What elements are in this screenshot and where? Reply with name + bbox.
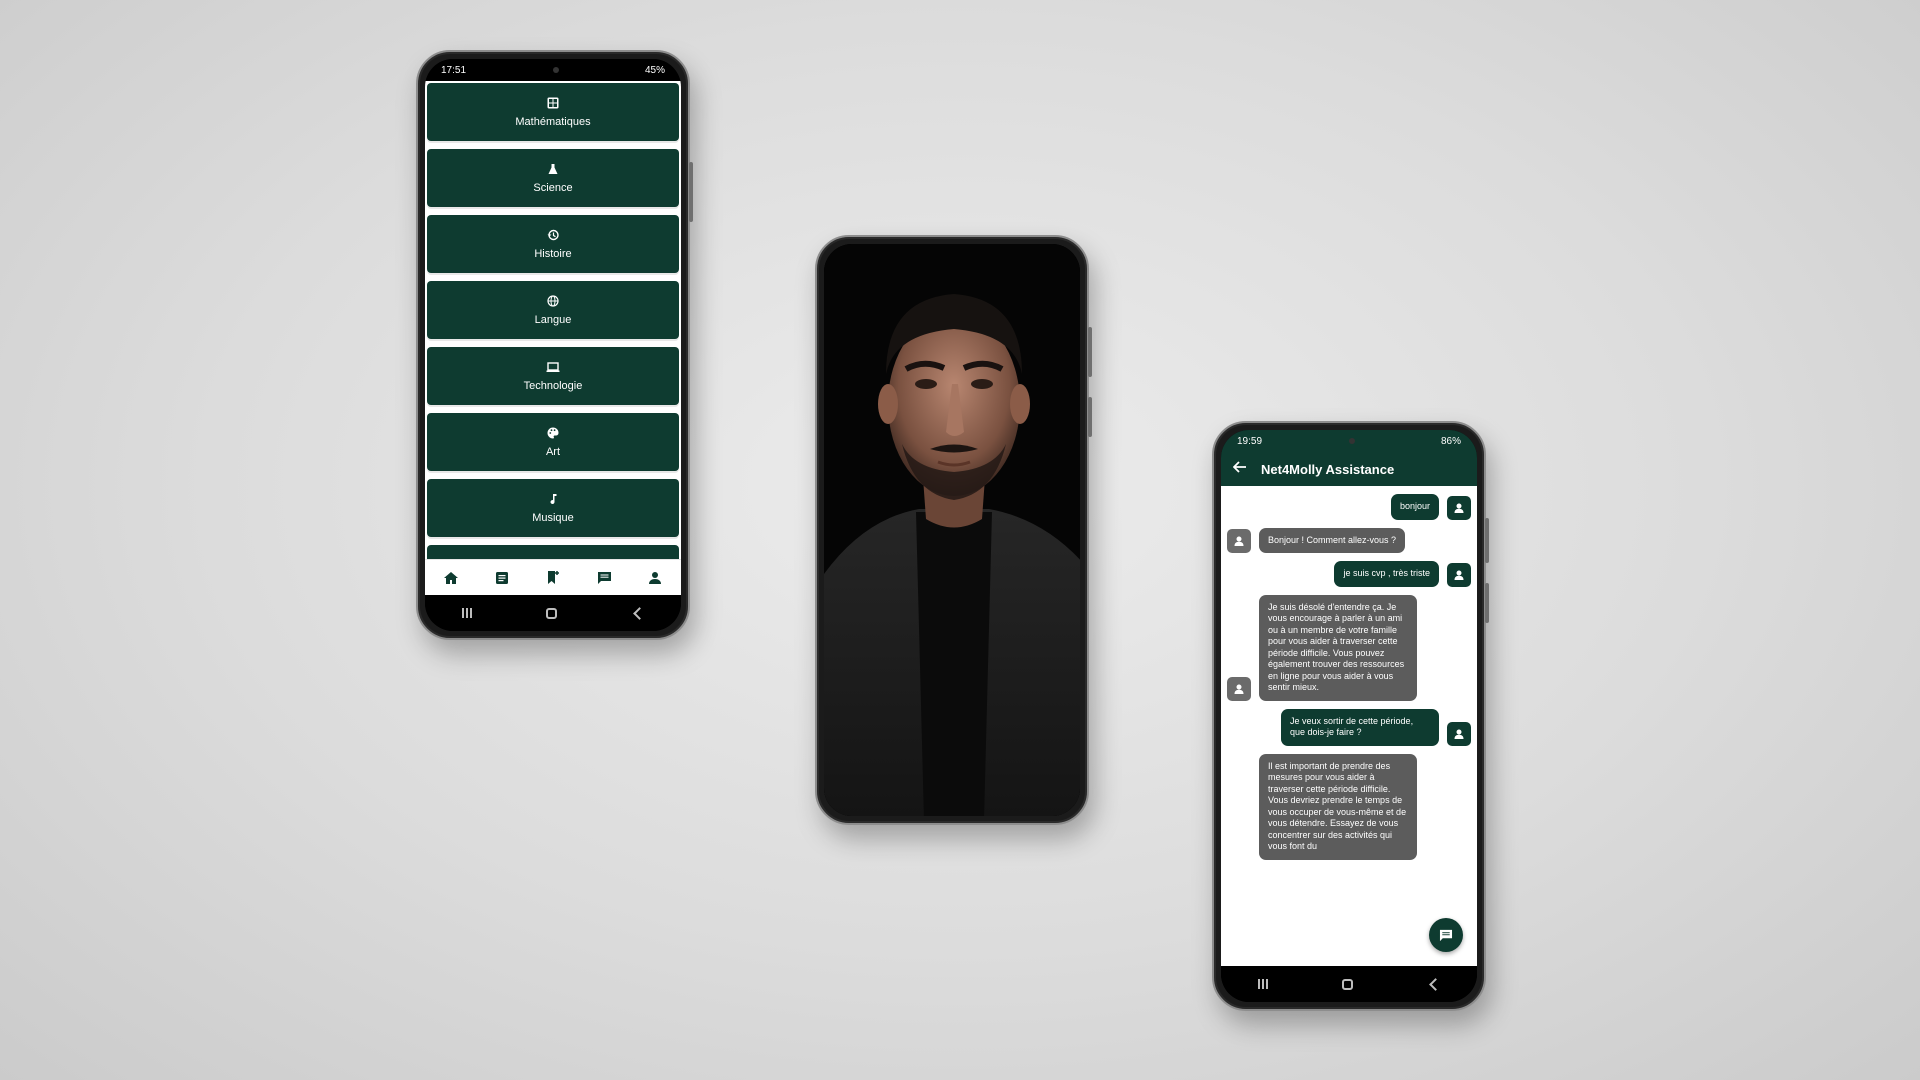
chat-messages: bonjour Bonjour ! Comment allez-vous ? j… [1221,486,1477,966]
phone-subjects: 17:51 45% Mathématiques Science Histoire… [416,50,693,640]
back-nav-icon[interactable] [1429,977,1442,991]
person-icon[interactable] [646,569,664,587]
power-button [1485,518,1489,563]
user-avatar-icon [1447,495,1471,520]
portrait-photo [824,244,1080,816]
user-avatar-icon [1447,562,1471,587]
chat-title: Net4Molly Assistance [1261,461,1395,477]
subject-label: Art [545,446,561,458]
back-nav-icon[interactable] [633,606,646,620]
message-row-bot: Il est important de prendre des mesures … [1221,753,1477,860]
power-button [1088,327,1092,377]
chat-app-bar: Net4Molly Assistance [1221,452,1477,486]
volume-button [1088,397,1092,437]
front-camera [552,67,559,73]
status-time: 19:59 [1237,435,1263,447]
home-icon[interactable] [442,569,460,587]
palette-icon [546,426,560,440]
user-message-bubble: je suis cvp , très triste [1334,561,1439,587]
globe-icon [546,294,560,308]
message-row-bot: Je suis désolé d'entendre ça. Je vous en… [1221,594,1477,701]
bottom-navigation [425,559,681,595]
subject-label: Science [533,182,573,194]
article-icon[interactable] [493,569,511,587]
message-row-user: Je veux sortir de cette période, que doi… [1221,708,1477,746]
phone-portrait [815,235,1092,825]
flask-icon [546,162,560,176]
system-nav-bar [1221,966,1477,1002]
calculator-icon [546,96,560,110]
bot-message-bubble: Il est important de prendre des mesures … [1259,753,1417,860]
subject-label: Langue [534,314,572,326]
status-bar: 19:59 86% [1221,430,1477,452]
chat-icon [1439,929,1453,941]
home-nav-icon[interactable] [1342,978,1353,990]
subject-label: Musique [532,512,574,524]
back-arrow-icon[interactable] [1232,460,1247,478]
user-message-bubble: Je veux sortir de cette période, que doi… [1281,708,1439,746]
bookmark-add-icon[interactable] [544,569,562,587]
portrait-screen [824,244,1080,816]
bot-avatar-icon [1227,676,1251,701]
bot-message-bubble: Bonjour ! Comment allez-vous ? [1259,527,1406,553]
system-nav-bar [425,595,681,631]
message-row-bot: Bonjour ! Comment allez-vous ? [1221,527,1477,553]
power-button [689,162,693,222]
subject-label: Mathématiques [515,116,591,128]
bot-message-bubble: Je suis désolé d'entendre ça. Je vous en… [1259,594,1417,701]
phone-chat: 19:59 86% Net4Molly Assistance bonjour B… [1212,421,1489,1011]
status-time: 17:51 [441,64,467,76]
message-row-user: bonjour [1221,494,1477,520]
laptop-icon [546,360,560,374]
subjects-screen: 17:51 45% Mathématiques Science Histoire… [425,59,681,631]
subject-tile-technologie[interactable]: Technologie [427,347,679,405]
recent-apps-icon[interactable] [462,608,472,618]
subject-tile-histoire[interactable]: Histoire [427,215,679,273]
subject-label: Technologie [523,380,583,392]
user-message-bubble: bonjour [1390,494,1439,520]
subject-tile-science[interactable]: Science [427,149,679,207]
user-avatar-icon [1447,721,1471,746]
history-icon [546,228,560,242]
subject-tile-musique[interactable]: Musique [427,479,679,537]
subject-tile-art[interactable]: Art [427,413,679,471]
status-battery: 86% [1440,435,1461,447]
volume-button [1485,583,1489,623]
bot-avatar-icon [1227,529,1251,553]
subject-label: Histoire [534,248,572,260]
front-camera [1348,438,1355,444]
recent-apps-icon[interactable] [1258,979,1268,989]
status-bar: 17:51 45% [425,59,681,81]
subject-tile-langue[interactable]: Langue [427,281,679,339]
subject-list: Mathématiques Science Histoire Langue Te… [425,81,681,595]
subject-tile-mathematiques[interactable]: Mathématiques [427,83,679,141]
home-nav-icon[interactable] [546,607,557,619]
music-note-icon [546,492,560,506]
chat-screen: 19:59 86% Net4Molly Assistance bonjour B… [1221,430,1477,1002]
chat-fab-button[interactable] [1429,918,1463,952]
message-row-user: je suis cvp , très triste [1221,561,1477,587]
status-battery: 45% [644,64,665,76]
chat-icon[interactable] [595,569,613,587]
